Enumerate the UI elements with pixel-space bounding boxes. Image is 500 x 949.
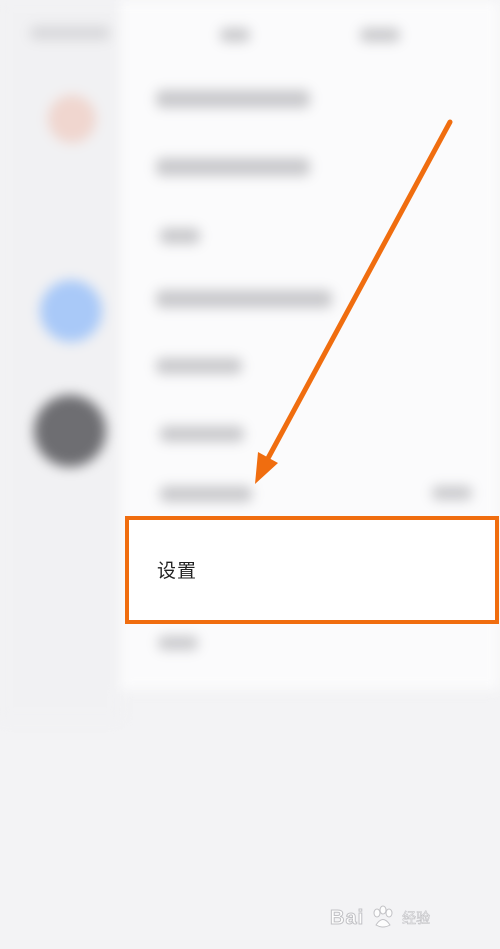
settings-label: 设置 xyxy=(157,560,198,582)
watermark-suffix: 经验 xyxy=(402,911,431,928)
screen: 设置 Bai 经验 xyxy=(0,0,500,949)
settings-menu-item[interactable]: 设置 xyxy=(125,516,499,624)
watermark-brand: Bai xyxy=(329,906,365,929)
left-sidebar xyxy=(0,0,120,720)
paw-icon xyxy=(373,905,393,928)
blurred-background xyxy=(0,0,500,949)
baidu-watermark: Bai 经验 xyxy=(329,898,431,938)
